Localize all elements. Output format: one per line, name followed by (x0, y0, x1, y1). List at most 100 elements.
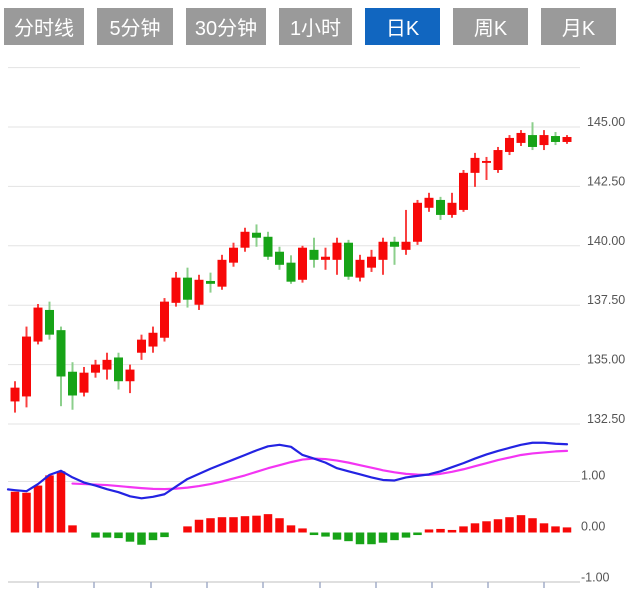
candle-body (482, 161, 491, 163)
candle-body (413, 203, 422, 242)
candle-body (448, 203, 457, 215)
macd-histogram-bar (390, 533, 399, 541)
macd-histogram-bar (298, 528, 307, 532)
candle-body (114, 357, 123, 381)
macd-histogram-bar (126, 533, 135, 542)
candle-body (425, 198, 434, 208)
candle-body (91, 365, 100, 373)
macd-dif-line (8, 443, 567, 499)
candle-body (321, 257, 330, 260)
macd-histogram-bar (160, 533, 169, 538)
macd-histogram-bar (241, 516, 250, 532)
candle-body (68, 372, 77, 396)
macd-histogram-bar (402, 533, 411, 538)
kline-chart[interactable]: 145.00142.50140.00137.50135.00132.501.00… (0, 0, 630, 588)
macd-histogram-bar (425, 529, 434, 532)
macd-histogram-bar (528, 518, 537, 532)
candle-body (275, 252, 284, 265)
price-axis-label: 145.00 (587, 115, 625, 129)
tab-30min[interactable]: 30分钟 (186, 8, 266, 45)
candle-body (379, 242, 388, 260)
macd-histogram-bar (356, 533, 365, 545)
macd-histogram-bar (218, 517, 227, 532)
macd-histogram-bar (229, 517, 238, 532)
candle-body (34, 308, 43, 342)
candle-body (241, 232, 250, 248)
macd-histogram-bar (482, 521, 491, 532)
tab-5min[interactable]: 5分钟 (97, 8, 173, 45)
macd-histogram-bar (333, 533, 342, 540)
interval-tabbar: 分时线 5分钟 30分钟 1小时 日K 周K 月K (4, 8, 616, 45)
candle-body (11, 388, 20, 402)
macd-histogram-bar (91, 533, 100, 538)
tab-1hour[interactable]: 1小时 (279, 8, 352, 45)
candle-body (149, 333, 158, 347)
candle-body (367, 257, 376, 268)
macd-histogram-bar (540, 523, 549, 532)
macd-histogram-bar (45, 475, 54, 532)
candle-body (264, 237, 273, 257)
candle-body (80, 373, 89, 393)
kline-chart-area[interactable]: 145.00142.50140.00137.50135.00132.501.00… (0, 0, 630, 588)
candle-body (252, 233, 261, 238)
macd-histogram-bar (11, 492, 20, 533)
macd-histogram-bar (459, 526, 468, 532)
macd-histogram-bar (494, 519, 503, 532)
macd-axis-label: -1.00 (581, 571, 610, 585)
macd-histogram-bar (344, 533, 353, 542)
tab-weekly-k[interactable]: 周K (453, 8, 528, 45)
tab-timeline[interactable]: 分时线 (4, 8, 84, 45)
candle-body (333, 243, 342, 260)
macd-histogram-bar (114, 533, 123, 539)
candle-body (528, 135, 537, 147)
macd-histogram-bar (563, 527, 572, 532)
price-axis-label: 142.50 (587, 174, 625, 188)
candle-body (45, 310, 54, 335)
candle-body (126, 370, 135, 382)
candle-body (172, 278, 181, 303)
macd-histogram-bar (57, 471, 66, 532)
macd-histogram-bar (103, 533, 112, 538)
candle-body (494, 150, 503, 170)
macd-histogram-bar (379, 533, 388, 543)
candle-body (459, 173, 468, 210)
candle-body (471, 158, 480, 173)
candle-body (206, 281, 215, 284)
price-axis-label: 137.50 (587, 293, 625, 307)
candle-body (298, 248, 307, 280)
candle-body (505, 138, 514, 152)
macd-axis-label: 0.00 (581, 520, 605, 534)
tab-daily-k[interactable]: 日K (365, 8, 440, 45)
macd-histogram-bar (137, 533, 146, 545)
price-axis-label: 132.50 (587, 412, 625, 426)
macd-histogram-bar (275, 518, 284, 532)
price-axis-label: 135.00 (587, 353, 625, 367)
candle-body (57, 330, 66, 376)
candle-body (195, 280, 204, 305)
macd-histogram-bar (448, 530, 457, 533)
macd-histogram-bar (287, 525, 296, 532)
macd-histogram-bar (149, 533, 158, 541)
candle-body (287, 263, 296, 282)
candle-body (183, 278, 192, 300)
tab-monthly-k[interactable]: 月K (541, 8, 616, 45)
macd-histogram-bar (252, 516, 261, 533)
candle-body (540, 135, 549, 145)
candle-body (344, 243, 353, 277)
candle-body (218, 260, 227, 287)
macd-histogram-bar (195, 520, 204, 533)
candle-body (103, 360, 112, 370)
macd-histogram-bar (22, 493, 31, 533)
candle-body (356, 260, 365, 278)
candle-body (229, 248, 238, 263)
macd-histogram-bar (321, 533, 330, 537)
candle-body (160, 302, 169, 338)
macd-histogram-bar (413, 533, 422, 536)
candle-body (436, 200, 445, 215)
macd-histogram-bar (264, 514, 273, 532)
candle-body (551, 136, 560, 142)
macd-histogram-bar (68, 525, 77, 532)
candle-body (137, 340, 146, 353)
candle-body (390, 242, 399, 247)
candle-body (563, 137, 572, 142)
